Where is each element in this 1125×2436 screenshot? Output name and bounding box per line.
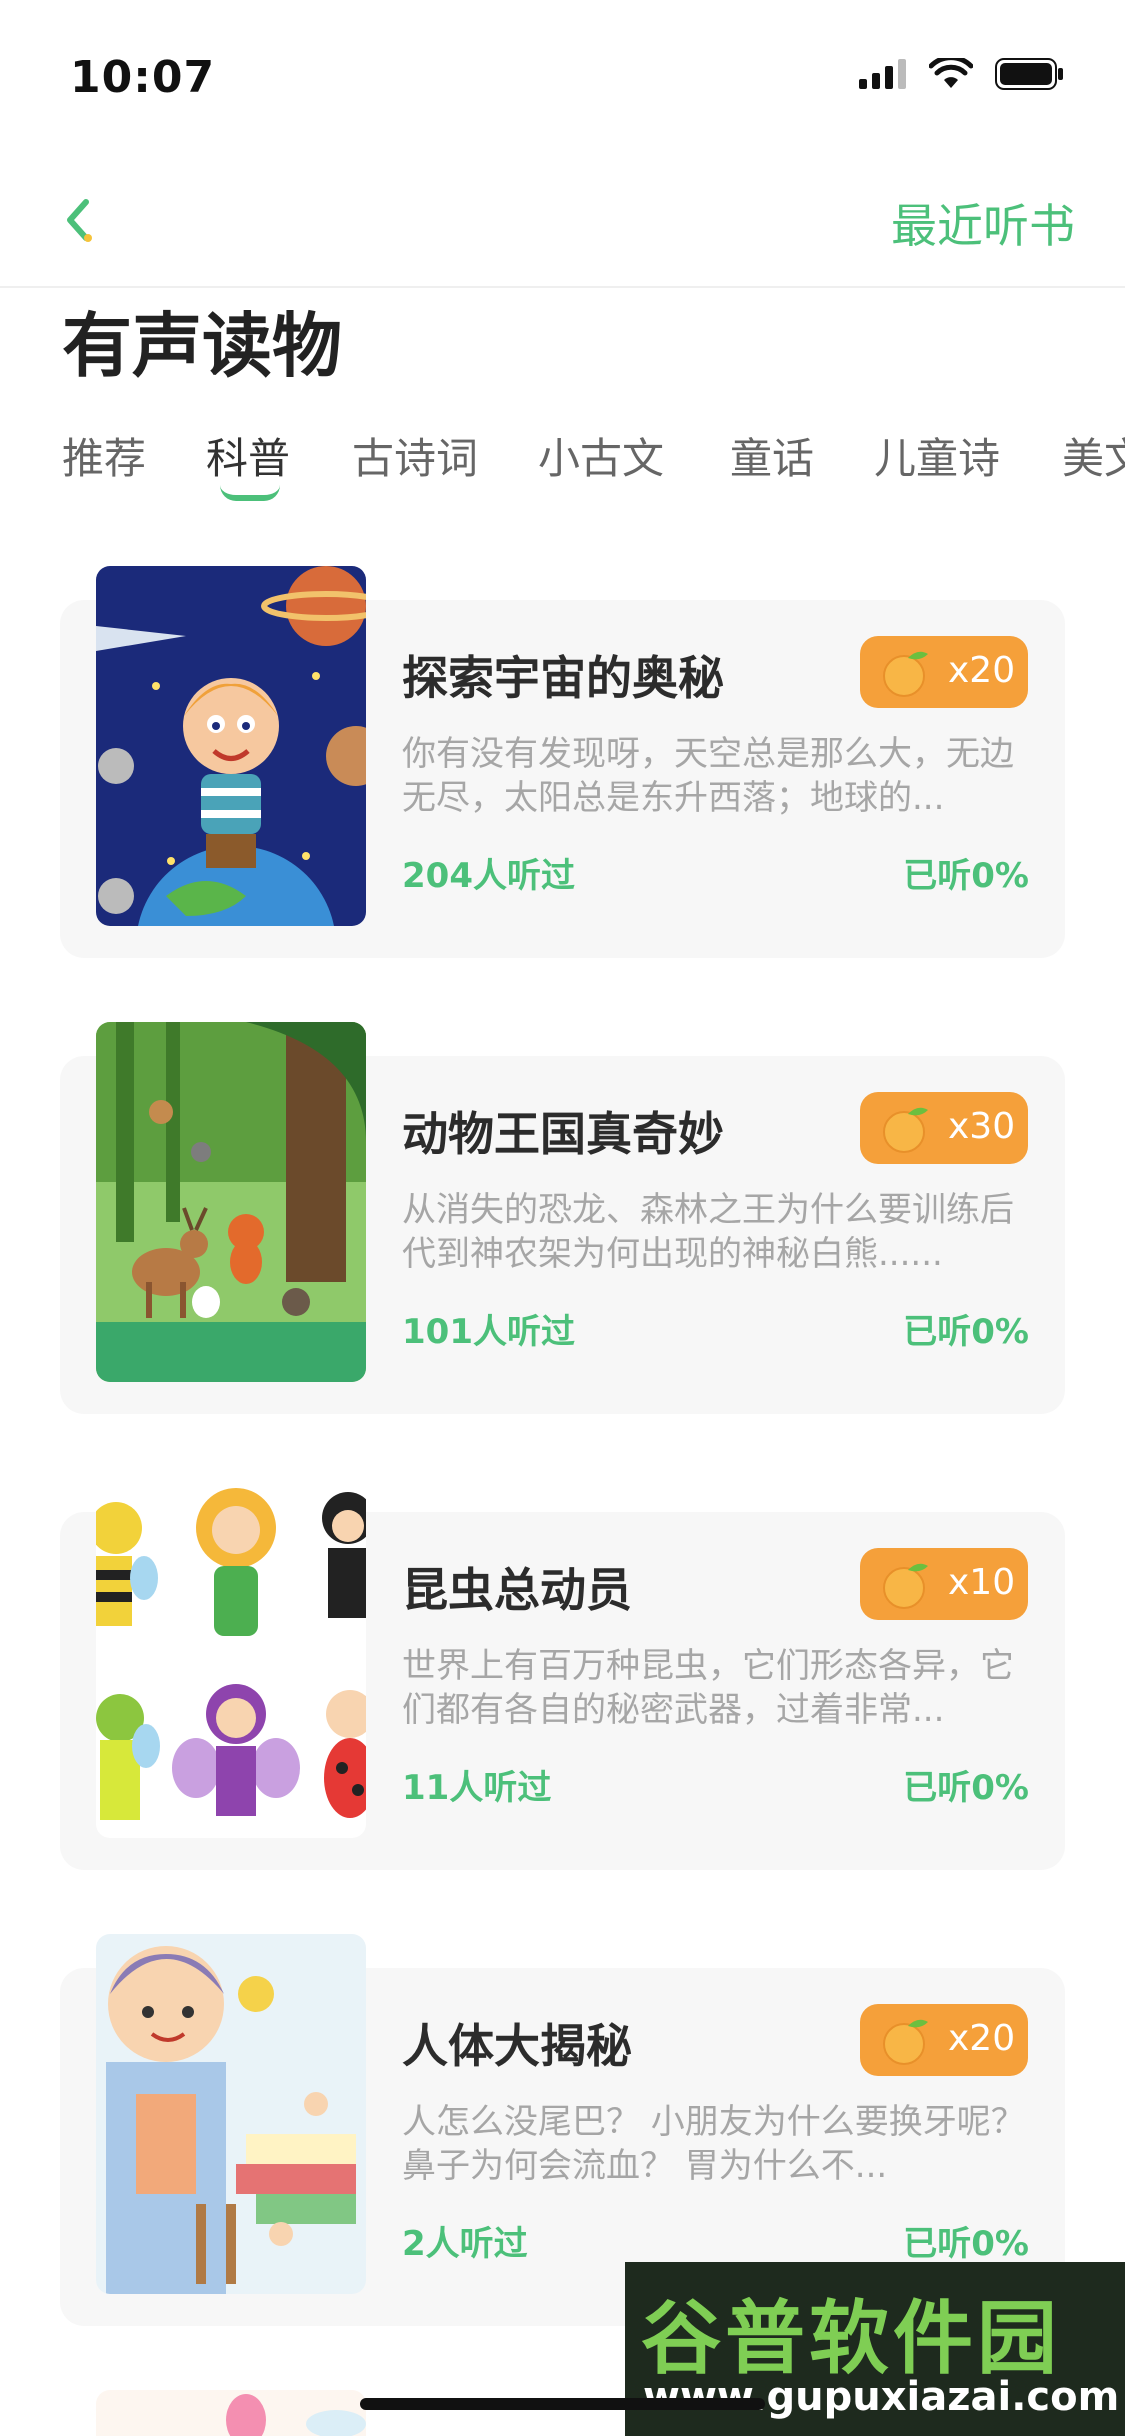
status-bar: 10:07 xyxy=(0,0,1125,140)
recent-listening-button[interactable]: 最近听书 xyxy=(891,190,1075,256)
book-title: 探索宇宙的奥秘 xyxy=(402,651,724,705)
book-card[interactable]: 昆虫总动员 x10 世界上有百万种昆虫，它们形态各异，它们都有各自的秘密武器，过… xyxy=(60,1478,1065,1870)
active-tab-indicator xyxy=(220,485,280,501)
price-value: x20 xyxy=(948,2018,1016,2059)
battery-icon xyxy=(995,58,1063,90)
orange-coin-icon xyxy=(883,2019,928,2065)
book-description: 人怎么没尾巴？ 小朋友为什么要换牙呢？ 鼻子为何会流血？ 胃为什么不... xyxy=(402,2102,1025,2186)
book-cover-partial[interactable] xyxy=(96,2390,366,2436)
listener-count: 2人听过 xyxy=(402,2224,528,2264)
tab-ancient-poetry[interactable]: 古诗词 xyxy=(352,425,478,486)
book-description: 世界上有百万种昆虫，它们形态各异，它们都有各自的秘密武器，过着非常... xyxy=(402,1646,1014,1730)
listen-progress: 已听0% xyxy=(903,856,1029,896)
listener-count: 101人听过 xyxy=(402,1312,575,1352)
category-tabs: 推荐 科普 古诗词 小古文 童话 儿童诗 美文 xyxy=(62,425,1125,515)
orange-coin-icon xyxy=(883,1107,928,1153)
signal-icon xyxy=(859,59,906,89)
tab-recommend[interactable]: 推荐 xyxy=(62,425,146,486)
listen-progress: 已听0% xyxy=(903,2224,1029,2264)
listen-progress: 已听0% xyxy=(903,1312,1029,1352)
price-value: x20 xyxy=(948,650,1016,691)
listen-progress: 已听0% xyxy=(903,1768,1029,1808)
book-title: 动物王国真奇妙 xyxy=(402,1107,724,1161)
back-chevron-icon[interactable] xyxy=(52,190,112,250)
orange-coin-icon xyxy=(883,651,928,697)
book-description: 从消失的恐龙、森林之王为什么要训练后代到神农架为何出现的神秘白熊...... xyxy=(402,1190,1014,1274)
price-badge: x30 xyxy=(860,1092,1028,1164)
tab-fairy-tales[interactable]: 童话 xyxy=(730,425,814,486)
watermark-url: www.gupuxiazai.com xyxy=(643,2374,1120,2420)
status-time: 10:07 xyxy=(70,52,216,103)
home-indicator[interactable] xyxy=(360,2398,765,2410)
book-card[interactable]: 探索宇宙的奥秘 x20 你有没有发现呀，天空总是那么大，无边无尽，太阳总是东升西… xyxy=(60,566,1065,958)
tab-science[interactable]: 科普 xyxy=(206,425,290,486)
book-title: 人体大揭秘 xyxy=(402,2019,632,2073)
orange-coin-icon xyxy=(883,1563,928,1609)
listener-count: 11人听过 xyxy=(402,1768,552,1808)
price-badge: x20 xyxy=(860,2004,1028,2076)
listener-count: 204人听过 xyxy=(402,856,575,896)
book-cover-space[interactable] xyxy=(96,566,366,926)
book-card[interactable]: 动物王国真奇妙 x30 从消失的恐龙、森林之王为什么要训练后代到神农架为何出现的… xyxy=(60,1022,1065,1414)
status-icons xyxy=(859,58,1065,90)
book-description: 你有没有发现呀，天空总是那么大，无边无尽，太阳总是东升西落；地球的... xyxy=(402,734,1014,818)
page-title: 有声读物 xyxy=(62,305,342,387)
nav-bar: 最近听书 xyxy=(0,160,1125,288)
price-badge: x20 xyxy=(860,636,1028,708)
book-cover-human-body[interactable] xyxy=(96,1934,366,2294)
book-title: 昆虫总动员 xyxy=(402,1563,632,1617)
tab-classical-prose[interactable]: 小古文 xyxy=(538,425,664,486)
price-value: x30 xyxy=(948,1106,1016,1147)
price-badge: x10 xyxy=(860,1548,1028,1620)
book-cover-insects[interactable] xyxy=(96,1478,366,1838)
tab-children-poems[interactable]: 儿童诗 xyxy=(874,425,1000,486)
tab-essays[interactable]: 美文 xyxy=(1062,425,1125,486)
book-cover-animals[interactable] xyxy=(96,1022,366,1382)
watermark-title: 谷普软件园 xyxy=(641,2292,1061,2385)
price-value: x10 xyxy=(948,1562,1016,1603)
wifi-icon xyxy=(929,58,973,88)
